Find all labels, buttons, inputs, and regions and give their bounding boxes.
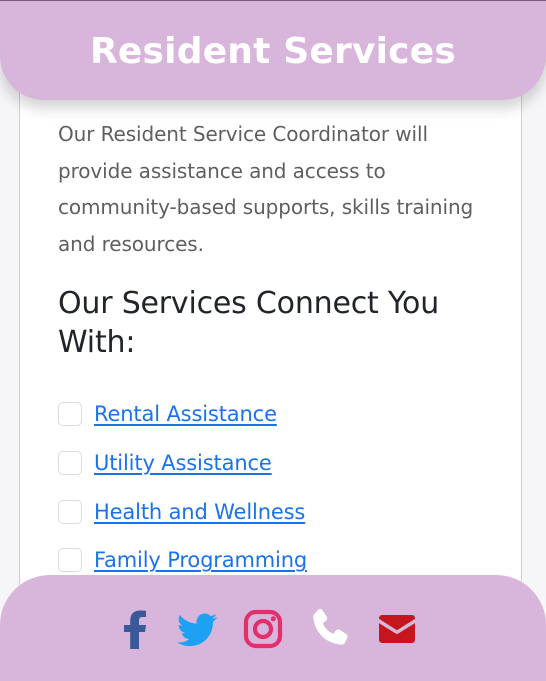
health-and-wellness-checkbox[interactable] bbox=[58, 499, 82, 524]
health-and-wellness-link[interactable]: Health and Wellness bbox=[94, 500, 305, 524]
utility-assistance-link[interactable]: Utility Assistance bbox=[94, 451, 272, 475]
services-list: Rental Assistance Utility Assistance Hea… bbox=[58, 390, 307, 585]
twitter-icon[interactable] bbox=[173, 605, 221, 653]
envelope-icon[interactable] bbox=[373, 605, 421, 653]
services-heading: Our Services Connect You With: bbox=[58, 286, 440, 360]
facebook-icon[interactable] bbox=[112, 605, 160, 653]
utility-assistance-checkbox[interactable] bbox=[58, 451, 82, 476]
intro-text: Our Resident Service Coordinator will pr… bbox=[58, 122, 474, 256]
page-header: Resident Services bbox=[0, 0, 546, 100]
rental-assistance-checkbox[interactable] bbox=[58, 402, 82, 427]
family-programming-checkbox[interactable] bbox=[58, 548, 82, 573]
page-title: Resident Services bbox=[90, 31, 456, 72]
resident-services-page: Resident Services Our Resident Service C… bbox=[0, 0, 546, 681]
rental-assistance-link[interactable]: Rental Assistance bbox=[94, 402, 277, 426]
service-item-utility-assistance: Utility Assistance bbox=[58, 439, 307, 488]
family-programming-link[interactable]: Family Programming bbox=[94, 548, 307, 572]
instagram-icon[interactable] bbox=[239, 605, 287, 653]
page-footer bbox=[0, 575, 546, 681]
social-links bbox=[0, 605, 546, 655]
service-item-rental-assistance: Rental Assistance bbox=[58, 390, 307, 439]
phone-icon[interactable] bbox=[305, 605, 353, 653]
services-card: Our Resident Service Coordinator will pr… bbox=[19, 60, 522, 620]
service-item-health-and-wellness: Health and Wellness bbox=[58, 487, 307, 536]
